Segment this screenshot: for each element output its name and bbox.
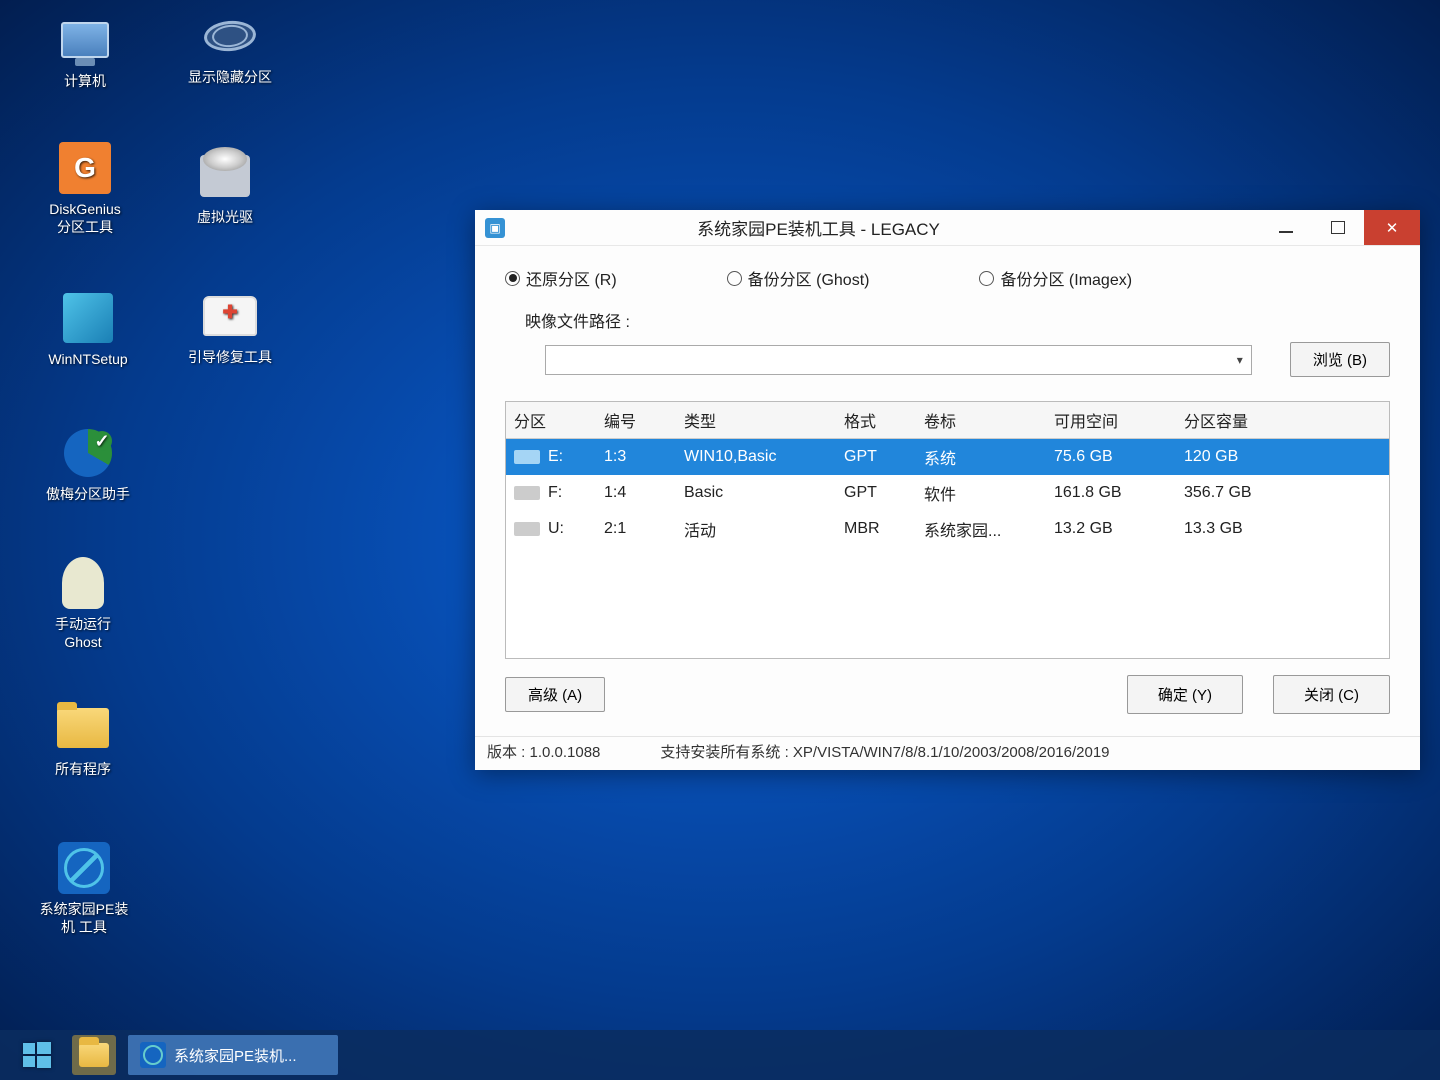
version-text: 版本 : 1.0.0.1088 — [487, 741, 600, 762]
support-text: 支持安装所有系统 : XP/VISTA/WIN7/8/8.1/10/2003/2… — [660, 741, 1109, 762]
diskgenius-icon: G — [59, 142, 111, 194]
icon-label: 显示隐藏分区 — [188, 68, 272, 86]
radio-label: 还原分区 (R) — [526, 266, 617, 290]
disk-icon — [203, 19, 257, 53]
icon-label: 引导修复工具 — [188, 348, 272, 366]
app-icon: ▣ — [485, 218, 505, 238]
statusbar: 版本 : 1.0.0.1088 支持安装所有系统 : XP/VISTA/WIN7… — [475, 736, 1420, 770]
advanced-button[interactable]: 高级 (A) — [505, 677, 605, 712]
ok-button[interactable]: 确定 (Y) — [1127, 675, 1243, 714]
start-button[interactable] — [14, 1035, 60, 1075]
radio-icon — [505, 271, 520, 286]
desktop-icon-bootrepair[interactable]: 引导修复工具 — [170, 288, 290, 366]
radio-label: 备份分区 (Imagex) — [1000, 266, 1132, 290]
partition-table: 分区 编号 类型 格式 卷标 可用空间 分区容量 E: 1:3 WIN10,Ba… — [505, 401, 1390, 659]
pe-tool-dialog: ▣ 系统家园PE装机工具 - LEGACY 还原分区 (R) 备份分区 (Gho… — [475, 210, 1420, 770]
partition-icon — [64, 429, 112, 477]
table-row[interactable]: U: 2:1 活动 MBR 系统家园... 13.2 GB 13.3 GB — [506, 511, 1389, 547]
radio-backup-ghost[interactable]: 备份分区 (Ghost) — [727, 266, 870, 290]
mode-radios: 还原分区 (R) 备份分区 (Ghost) 备份分区 (Imagex) — [505, 266, 1390, 290]
monitor-icon — [61, 22, 109, 58]
table-header: 分区 编号 类型 格式 卷标 可用空间 分区容量 — [506, 402, 1389, 439]
close-button[interactable] — [1364, 210, 1420, 245]
drive-icon — [514, 486, 540, 500]
windows-icon — [21, 1039, 53, 1071]
drive-icon — [514, 522, 540, 536]
toolbox-icon — [203, 296, 257, 336]
ghost-icon — [62, 557, 104, 609]
taskbar: 系统家园PE装机... — [0, 1030, 1440, 1080]
icon-label: 系统家园PE装 机 工具 — [40, 900, 129, 936]
col-label[interactable]: 卷标 — [916, 402, 1046, 438]
minimize-button[interactable] — [1260, 210, 1312, 245]
desktop-icon-showhidden[interactable]: 显示隐藏分区 — [170, 8, 290, 86]
pe-tool-icon — [58, 842, 110, 894]
icon-label: 手动运行 Ghost — [55, 615, 111, 651]
icon-label: 计算机 — [64, 72, 106, 90]
cd-icon — [200, 155, 250, 197]
radio-icon — [727, 271, 742, 286]
col-drive[interactable]: 分区 — [506, 402, 596, 438]
col-num[interactable]: 编号 — [596, 402, 676, 438]
taskbar-label: 系统家园PE装机... — [174, 1045, 297, 1066]
col-free[interactable]: 可用空间 — [1046, 402, 1176, 438]
maximize-button[interactable] — [1312, 210, 1364, 245]
pe-tool-icon — [140, 1042, 166, 1068]
icon-label: 傲梅分区助手 — [46, 485, 130, 503]
path-label: 映像文件路径 : — [525, 308, 645, 332]
col-cap[interactable]: 分区容量 — [1176, 402, 1389, 438]
setup-icon — [63, 293, 113, 343]
col-type[interactable]: 类型 — [676, 402, 836, 438]
icon-label: DiskGenius 分区工具 — [49, 200, 121, 236]
desktop-icon-aomei[interactable]: 傲梅分区助手 — [28, 425, 148, 503]
icon-label: WinNTSetup — [48, 350, 127, 368]
image-path-combo[interactable] — [545, 345, 1252, 375]
radio-icon — [979, 271, 994, 286]
desktop-icon-diskgenius[interactable]: G DiskGenius 分区工具 — [30, 140, 140, 236]
folder-icon — [57, 708, 109, 748]
taskbar-explorer[interactable] — [72, 1035, 116, 1075]
desktop-icon-ghost[interactable]: 手动运行 Ghost — [38, 555, 128, 651]
desktop-icon-petool[interactable]: 系统家园PE装 机 工具 — [24, 840, 144, 936]
col-fmt[interactable]: 格式 — [836, 402, 916, 438]
radio-label: 备份分区 (Ghost) — [748, 266, 870, 290]
desktop-icon-computer[interactable]: 计算机 — [40, 12, 130, 90]
drive-icon — [514, 450, 540, 464]
icon-label: 所有程序 — [55, 760, 111, 778]
desktop-icon-winntsetup[interactable]: WinNTSetup — [28, 290, 148, 368]
radio-backup-imagex[interactable]: 备份分区 (Imagex) — [979, 266, 1132, 290]
taskbar-app-petool[interactable]: 系统家园PE装机... — [128, 1035, 338, 1075]
folder-icon — [79, 1043, 109, 1067]
table-row[interactable]: F: 1:4 Basic GPT 软件 161.8 GB 356.7 GB — [506, 475, 1389, 511]
icon-label: 虚拟光驱 — [197, 208, 253, 226]
cancel-button[interactable]: 关闭 (C) — [1273, 675, 1390, 714]
desktop-icon-virtualcd[interactable]: 虚拟光驱 — [180, 148, 270, 226]
table-row[interactable]: E: 1:3 WIN10,Basic GPT 系统 75.6 GB 120 GB — [506, 439, 1389, 475]
titlebar[interactable]: ▣ 系统家园PE装机工具 - LEGACY — [475, 210, 1420, 246]
desktop-icon-allprograms[interactable]: 所有程序 — [38, 700, 128, 778]
browse-button[interactable]: 浏览 (B) — [1290, 342, 1390, 377]
radio-restore[interactable]: 还原分区 (R) — [505, 266, 617, 290]
window-title: 系统家园PE装机工具 - LEGACY — [517, 215, 1260, 240]
